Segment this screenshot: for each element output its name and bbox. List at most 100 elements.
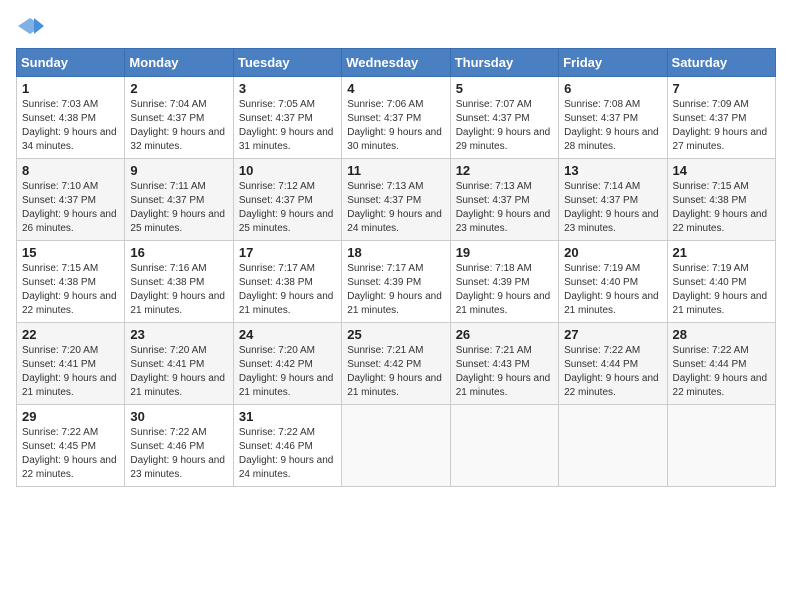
day-number: 27	[564, 327, 661, 342]
day-info: Sunrise: 7:12 AMSunset: 4:37 PMDaylight:…	[239, 180, 336, 236]
calendar-cell: 16Sunrise: 7:16 AMSunset: 4:38 PMDayligh…	[125, 241, 233, 323]
day-info: Sunrise: 7:08 AMSunset: 4:37 PMDaylight:…	[564, 98, 661, 154]
calendar-week-2: 8 Sunrise: 7:10 AMSunset: 4:37 PMDaylight…	[17, 159, 776, 241]
day-number: 20	[564, 245, 661, 260]
weekday-header-sunday: Sunday	[17, 49, 125, 77]
logo	[16, 16, 48, 36]
calendar-cell: 17 Sunrise: 7:17 AMSunset: 4:38 PMDayligh…	[233, 241, 341, 323]
calendar-table: SundayMondayTuesdayWednesdayThursdayFrid…	[16, 48, 776, 487]
day-info: Sunrise: 7:21 AMSunset: 4:42 PMDaylight:…	[347, 344, 444, 400]
calendar-cell: 8 Sunrise: 7:10 AMSunset: 4:37 PMDaylight…	[17, 159, 125, 241]
day-number: 7	[673, 81, 770, 96]
day-number: 16	[130, 245, 227, 260]
day-info: Sunrise: 7:15 AMSunset: 4:38 PMDaylight:…	[673, 180, 770, 236]
day-number: 19	[456, 245, 553, 260]
day-number: 11	[347, 163, 444, 178]
day-info: Sunrise: 7:05 AMSunset: 4:37 PMDaylight:…	[239, 98, 336, 154]
calendar-cell: 30 Sunrise: 7:22 AMSunset: 4:46 PMDayligh…	[125, 405, 233, 487]
calendar-cell: 14 Sunrise: 7:15 AMSunset: 4:38 PMDayligh…	[667, 159, 775, 241]
day-number: 23	[130, 327, 227, 342]
day-info: Sunrise: 7:04 AMSunset: 4:37 PMDaylight:…	[130, 98, 227, 154]
day-number: 30	[130, 409, 227, 424]
calendar-cell: 15 Sunrise: 7:15 AMSunset: 4:38 PMDayligh…	[17, 241, 125, 323]
day-number: 24	[239, 327, 336, 342]
day-info: Sunrise: 7:20 AMSunset: 4:41 PMDaylight:…	[130, 344, 227, 400]
day-number: 29	[22, 409, 119, 424]
day-info: Sunrise: 7:11 AMSunset: 4:37 PMDaylight:…	[130, 180, 227, 236]
day-info: Sunrise: 7:10 AMSunset: 4:37 PMDaylight:…	[22, 180, 119, 236]
calendar-cell: 4 Sunrise: 7:06 AMSunset: 4:37 PMDaylight…	[342, 77, 450, 159]
day-info: Sunrise: 7:22 AMSunset: 4:45 PMDaylight:…	[22, 426, 119, 482]
day-number: 25	[347, 327, 444, 342]
calendar-cell: 12 Sunrise: 7:13 AMSunset: 4:37 PMDayligh…	[450, 159, 558, 241]
day-number: 13	[564, 163, 661, 178]
calendar-cell: 9 Sunrise: 7:11 AMSunset: 4:37 PMDaylight…	[125, 159, 233, 241]
day-number: 26	[456, 327, 553, 342]
day-number: 31	[239, 409, 336, 424]
calendar-cell: 13Sunrise: 7:14 AMSunset: 4:37 PMDayligh…	[559, 159, 667, 241]
calendar-cell: 6 Sunrise: 7:08 AMSunset: 4:37 PMDaylight…	[559, 77, 667, 159]
calendar-cell: 11 Sunrise: 7:13 AMSunset: 4:37 PMDayligh…	[342, 159, 450, 241]
day-info: Sunrise: 7:17 AMSunset: 4:39 PMDaylight:…	[347, 262, 444, 318]
day-number: 15	[22, 245, 119, 260]
day-info: Sunrise: 7:19 AMSunset: 4:40 PMDaylight:…	[564, 262, 661, 318]
day-info: Sunrise: 7:15 AMSunset: 4:38 PMDaylight:…	[22, 262, 119, 318]
calendar-cell: 1Sunrise: 7:03 AMSunset: 4:38 PMDaylight…	[17, 77, 125, 159]
calendar-cell: 24 Sunrise: 7:20 AMSunset: 4:42 PMDayligh…	[233, 323, 341, 405]
day-info: Sunrise: 7:22 AMSunset: 4:46 PMDaylight:…	[239, 426, 336, 482]
day-info: Sunrise: 7:19 AMSunset: 4:40 PMDaylight:…	[673, 262, 770, 318]
weekday-header-saturday: Saturday	[667, 49, 775, 77]
day-info: Sunrise: 7:07 AMSunset: 4:37 PMDaylight:…	[456, 98, 553, 154]
calendar-cell: 7 Sunrise: 7:09 AMSunset: 4:37 PMDaylight…	[667, 77, 775, 159]
calendar-cell: 20 Sunrise: 7:19 AMSunset: 4:40 PMDayligh…	[559, 241, 667, 323]
weekday-header-thursday: Thursday	[450, 49, 558, 77]
calendar-week-3: 15 Sunrise: 7:15 AMSunset: 4:38 PMDayligh…	[17, 241, 776, 323]
calendar-cell: 31 Sunrise: 7:22 AMSunset: 4:46 PMDayligh…	[233, 405, 341, 487]
weekday-header-monday: Monday	[125, 49, 233, 77]
calendar-cell	[450, 405, 558, 487]
calendar-cell: 27 Sunrise: 7:22 AMSunset: 4:44 PMDayligh…	[559, 323, 667, 405]
day-info: Sunrise: 7:17 AMSunset: 4:38 PMDaylight:…	[239, 262, 336, 318]
day-number: 9	[130, 163, 227, 178]
day-number: 5	[456, 81, 553, 96]
day-number: 6	[564, 81, 661, 96]
calendar-cell: 3Sunrise: 7:05 AMSunset: 4:37 PMDaylight…	[233, 77, 341, 159]
day-number: 17	[239, 245, 336, 260]
calendar-cell: 23 Sunrise: 7:20 AMSunset: 4:41 PMDayligh…	[125, 323, 233, 405]
day-number: 4	[347, 81, 444, 96]
calendar-week-4: 22Sunrise: 7:20 AMSunset: 4:41 PMDayligh…	[17, 323, 776, 405]
day-number: 12	[456, 163, 553, 178]
day-number: 10	[239, 163, 336, 178]
day-info: Sunrise: 7:22 AMSunset: 4:44 PMDaylight:…	[564, 344, 661, 400]
calendar-cell: 29 Sunrise: 7:22 AMSunset: 4:45 PMDayligh…	[17, 405, 125, 487]
weekday-header-tuesday: Tuesday	[233, 49, 341, 77]
day-info: Sunrise: 7:13 AMSunset: 4:37 PMDaylight:…	[347, 180, 444, 236]
day-info: Sunrise: 7:20 AMSunset: 4:41 PMDaylight:…	[22, 344, 119, 400]
calendar-cell: 19Sunrise: 7:18 AMSunset: 4:39 PMDayligh…	[450, 241, 558, 323]
calendar-header-row: SundayMondayTuesdayWednesdayThursdayFrid…	[17, 49, 776, 77]
day-info: Sunrise: 7:20 AMSunset: 4:42 PMDaylight:…	[239, 344, 336, 400]
calendar-cell: 26Sunrise: 7:21 AMSunset: 4:43 PMDayligh…	[450, 323, 558, 405]
calendar-cell: 28Sunrise: 7:22 AMSunset: 4:44 PMDayligh…	[667, 323, 775, 405]
day-number: 1	[22, 81, 119, 96]
day-number: 18	[347, 245, 444, 260]
day-info: Sunrise: 7:13 AMSunset: 4:37 PMDaylight:…	[456, 180, 553, 236]
calendar-cell: 21 Sunrise: 7:19 AMSunset: 4:40 PMDayligh…	[667, 241, 775, 323]
day-number: 14	[673, 163, 770, 178]
calendar-week-1: 1Sunrise: 7:03 AMSunset: 4:38 PMDaylight…	[17, 77, 776, 159]
day-number: 21	[673, 245, 770, 260]
calendar-cell	[559, 405, 667, 487]
weekday-header-wednesday: Wednesday	[342, 49, 450, 77]
day-info: Sunrise: 7:09 AMSunset: 4:37 PMDaylight:…	[673, 98, 770, 154]
calendar-cell	[667, 405, 775, 487]
day-number: 2	[130, 81, 227, 96]
calendar-cell: 25 Sunrise: 7:21 AMSunset: 4:42 PMDayligh…	[342, 323, 450, 405]
calendar-cell: 5 Sunrise: 7:07 AMSunset: 4:37 PMDaylight…	[450, 77, 558, 159]
day-info: Sunrise: 7:22 AMSunset: 4:44 PMDaylight:…	[673, 344, 770, 400]
calendar-week-5: 29 Sunrise: 7:22 AMSunset: 4:45 PMDayligh…	[17, 405, 776, 487]
day-number: 8	[22, 163, 119, 178]
day-info: Sunrise: 7:22 AMSunset: 4:46 PMDaylight:…	[130, 426, 227, 482]
day-info: Sunrise: 7:06 AMSunset: 4:37 PMDaylight:…	[347, 98, 444, 154]
calendar-cell	[342, 405, 450, 487]
page-header	[16, 16, 776, 36]
